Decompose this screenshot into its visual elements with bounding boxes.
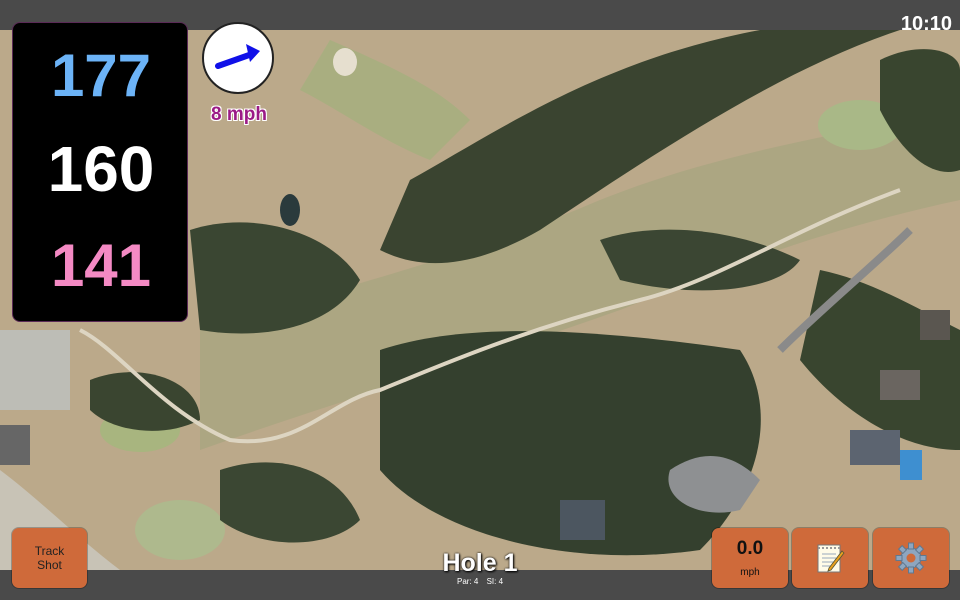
track-shot-label-line2: Shot: [37, 558, 62, 572]
wind-speed-label: 8 mph: [211, 104, 267, 125]
track-shot-button[interactable]: Track Shot: [12, 528, 87, 588]
gear-icon: [895, 542, 927, 574]
hole-si: SI: 4: [486, 577, 504, 586]
settings-button[interactable]: [873, 528, 949, 588]
hole-title: Hole 1: [442, 549, 518, 577]
notepad-icon: [817, 544, 845, 573]
speed-value: 0.0: [736, 537, 764, 559]
wind-direction-arrow-icon: [215, 44, 260, 69]
distance-middle: 160: [47, 133, 155, 205]
speed-unit: mph: [740, 566, 760, 578]
wind-indicator[interactable]: [202, 22, 274, 94]
speed-button[interactable]: 0.0 mph: [712, 528, 788, 588]
hole-info: Par: 4 SI: 4: [380, 578, 580, 586]
track-shot-label-line1: Track: [34, 544, 65, 558]
distance-front: 141: [50, 232, 152, 299]
distance-panel: 177 160 141: [12, 22, 188, 322]
hole-par: Par: 4: [456, 577, 479, 586]
notes-button[interactable]: [792, 528, 868, 588]
distance-back: 177: [50, 42, 152, 109]
